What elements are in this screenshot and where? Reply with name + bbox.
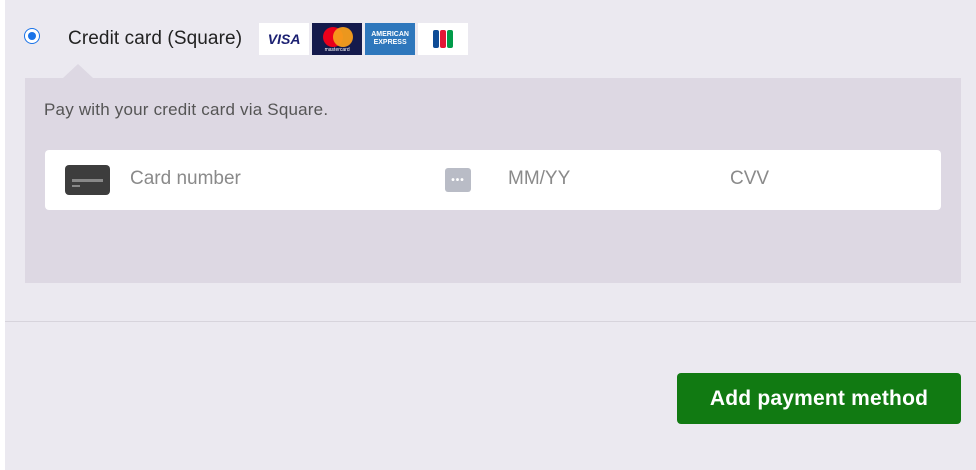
cvv-card-icon: •••: [445, 168, 471, 192]
section-divider: [5, 321, 976, 322]
mastercard-logo-text: mastercard: [324, 47, 350, 53]
mastercard-logo-icon: mastercard: [312, 23, 363, 55]
amex-logo-icon: AMERICAN EXPRESS: [365, 23, 416, 55]
add-payment-method-button[interactable]: Add payment method: [677, 373, 961, 424]
expiry-input[interactable]: MM/YY: [508, 168, 570, 190]
mastercard-circles: [321, 27, 354, 47]
card-brand-logos: VISA mastercard AMERICAN EXPRESS: [259, 23, 469, 55]
mastercard-yellow-circle: [333, 27, 354, 47]
jcb-green-bar: [447, 30, 454, 48]
jcb-logo-icon: [418, 23, 469, 55]
credit-card-icon: [65, 165, 110, 195]
payment-page: Credit card (Square) VISA mastercard AME…: [0, 0, 976, 470]
payment-details-panel: Pay with your credit card via Square. Ca…: [25, 78, 961, 283]
panel-pointer-notch: [63, 64, 93, 78]
cvv-input[interactable]: CVV: [730, 168, 769, 190]
card-input-box[interactable]: Card number ••• MM/YY CVV: [45, 150, 941, 210]
amex-logo-text-line1: AMERICAN: [371, 31, 409, 38]
amex-logo-text-line2: EXPRESS: [373, 39, 407, 46]
jcb-red-bar: [440, 30, 447, 48]
payment-method-label[interactable]: Credit card (Square): [68, 28, 242, 50]
jcb-blue-bar: [433, 30, 440, 48]
card-icon-chip-line: [72, 185, 80, 187]
payment-method-row[interactable]: Credit card (Square) VISA mastercard AME…: [24, 22, 469, 56]
left-edge-strip: [0, 0, 5, 470]
card-number-input[interactable]: Card number: [130, 168, 241, 190]
card-icon-stripe: [72, 179, 103, 182]
visa-logo-icon: VISA: [259, 23, 310, 55]
credit-card-radio[interactable]: [24, 28, 40, 44]
panel-description: Pay with your credit card via Square.: [44, 100, 329, 119]
radio-selected-dot: [28, 32, 36, 40]
visa-logo-text: VISA: [267, 31, 301, 47]
cvv-icon-dots: •••: [451, 174, 465, 186]
